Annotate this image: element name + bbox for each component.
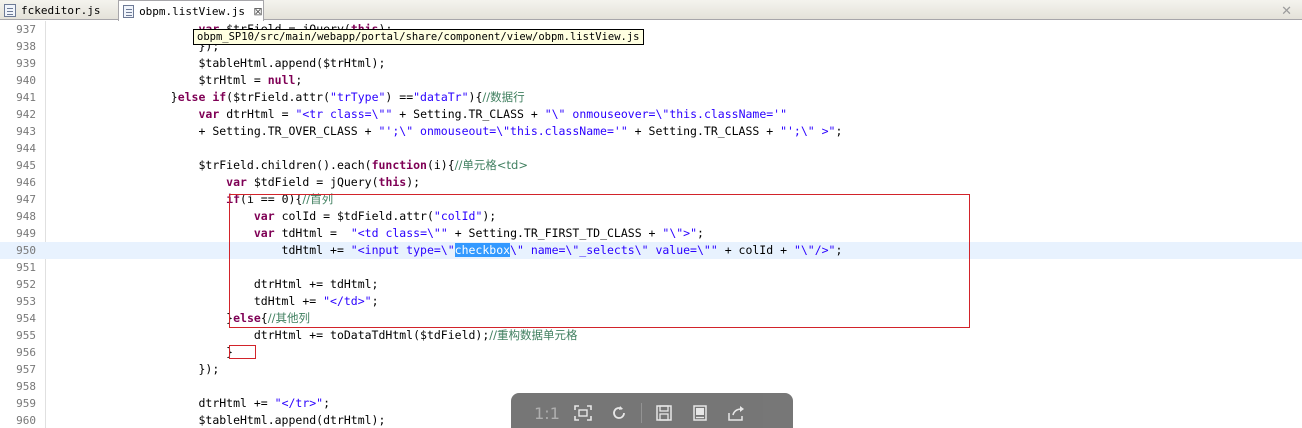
- editor-tab-bar: fckeditor.js obpm.listView.js ⊠ ✕: [0, 0, 1302, 21]
- code-line[interactable]: 946 var $tdField = jQuery(this);: [0, 174, 1302, 191]
- code-line[interactable]: 939 $tableHtml.append($trHtml);: [0, 55, 1302, 72]
- line-number: 952: [16, 278, 36, 291]
- line-number: 944: [16, 142, 36, 155]
- code-line[interactable]: 942 var dtrHtml = "<tr class=\"" + Setti…: [0, 106, 1302, 123]
- line-number: 957: [16, 363, 36, 376]
- line-number: 942: [16, 108, 36, 121]
- line-number: 959: [16, 397, 36, 410]
- highlight-box-if-block: [229, 194, 970, 328]
- code-line[interactable]: 956 }: [0, 344, 1302, 361]
- code-text: dtrHtml += "</tr>";: [60, 396, 331, 410]
- save-icon[interactable]: [646, 400, 682, 426]
- code-text: }else if($trField.attr("trType") =="data…: [60, 90, 525, 104]
- line-number: 946: [16, 176, 36, 189]
- code-text: $tableHtml.append($trHtml);: [60, 56, 386, 70]
- line-number: 943: [16, 125, 36, 138]
- line-number: 945: [16, 159, 36, 172]
- share-icon[interactable]: [718, 400, 754, 426]
- js-file-icon: [4, 3, 16, 17]
- fit-screen-icon[interactable]: [565, 400, 601, 426]
- line-number: 958: [16, 380, 36, 393]
- line-number: 950: [16, 244, 36, 257]
- file-path-tooltip: obpm_SP10/src/main/webapp/portal/share/c…: [193, 29, 644, 45]
- code-text: + Setting.TR_OVER_CLASS + "';\" onmouseo…: [60, 124, 843, 138]
- code-editor[interactable]: 937 var $trField = jQuery(this);938 });9…: [0, 21, 1302, 428]
- close-icon[interactable]: ⊠: [253, 6, 263, 17]
- code-line[interactable]: 940 $trHtml = null;: [0, 72, 1302, 89]
- code-line[interactable]: 943 + Setting.TR_OVER_CLASS + "';\" onmo…: [0, 123, 1302, 140]
- code-line[interactable]: 945 $trField.children().each(function(i)…: [0, 157, 1302, 174]
- line-number: 949: [16, 227, 36, 240]
- line-number: 937: [16, 23, 36, 36]
- line-number: 948: [16, 210, 36, 223]
- line-number: 960: [16, 414, 36, 427]
- code-text: $tableHtml.append(dtrHtml);: [60, 413, 386, 427]
- rotate-icon[interactable]: [601, 400, 637, 426]
- line-number: 941: [16, 91, 36, 104]
- code-text: });: [60, 362, 220, 376]
- code-text: var dtrHtml = "<tr class=\"" + Setting.T…: [198, 107, 788, 121]
- code-line[interactable]: 944: [0, 140, 1302, 157]
- code-text: }: [60, 345, 234, 359]
- code-line[interactable]: 957 });: [0, 361, 1302, 378]
- line-number: 947: [16, 193, 36, 206]
- highlight-box-closing-brace: [229, 345, 256, 359]
- line-number: 940: [16, 74, 36, 87]
- actual-size-button[interactable]: 1:1: [529, 400, 565, 426]
- tab-fckeditor-js[interactable]: fckeditor.js: [0, 0, 116, 20]
- code-line[interactable]: 941 }else if($trField.attr("trType") =="…: [0, 89, 1302, 106]
- code-text: var $tdField = jQuery(this);: [226, 175, 421, 189]
- toolbar-separator: [641, 403, 642, 423]
- tab-label: fckeditor.js: [21, 3, 101, 17]
- code-text: dtrHtml += toDataTdHtml($tdField);//重构数据…: [60, 328, 578, 342]
- line-number: 939: [16, 57, 36, 70]
- line-number: 953: [16, 295, 36, 308]
- code-text: $trField.children().each(function(i){//单…: [60, 158, 528, 172]
- code-text: $trHtml = null;: [60, 73, 303, 87]
- line-number: 951: [16, 261, 36, 274]
- line-number: 954: [16, 312, 36, 325]
- js-file-icon: [123, 4, 135, 18]
- close-view-icon[interactable]: ✕: [1281, 4, 1292, 19]
- tab-obpm-listview-js[interactable]: obpm.listView.js ⊠: [118, 0, 264, 21]
- slideshow-icon[interactable]: [682, 400, 718, 426]
- code-line[interactable]: 955 dtrHtml += toDataTdHtml($tdField);//…: [0, 327, 1302, 344]
- line-number: 955: [16, 329, 36, 342]
- tab-label: obpm.listView.js: [139, 4, 246, 18]
- line-number: 938: [16, 40, 36, 53]
- image-viewer-toolbar: 1:1: [511, 393, 793, 428]
- line-number: 956: [16, 346, 36, 359]
